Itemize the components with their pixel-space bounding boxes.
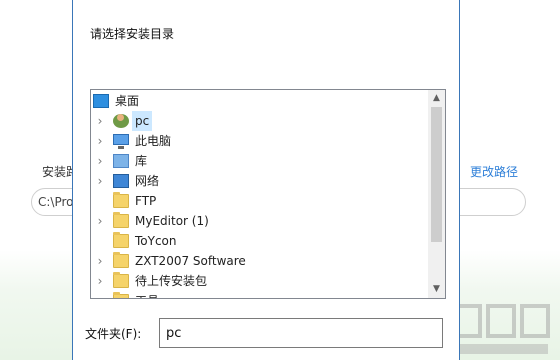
folder-icon bbox=[113, 272, 129, 288]
tree-item[interactable]: 桌面 bbox=[91, 91, 427, 111]
tree-item[interactable]: › pc bbox=[91, 111, 427, 131]
change-path-link[interactable]: 更改路径 bbox=[470, 163, 518, 180]
folder-icon bbox=[113, 232, 129, 248]
tree-item-label: 桌面 bbox=[115, 94, 140, 108]
desktop-icon bbox=[93, 94, 109, 108]
library-icon bbox=[113, 154, 129, 168]
tree-item[interactable]: › 工具 bbox=[91, 291, 427, 298]
chevron-right-icon[interactable]: › bbox=[95, 171, 105, 191]
tree-item-label: 库 bbox=[135, 154, 148, 168]
folder-field-label: 文件夹(F): bbox=[85, 327, 142, 341]
folder-input[interactable] bbox=[159, 318, 443, 348]
select-install-directory-dialog: 请选择安装目录 桌面 › pc › 此电脑 › 库 › 网络 FTP › MyEditor (1) To… bbox=[72, 0, 460, 360]
scroll-up-arrow-icon[interactable]: ▲ bbox=[428, 90, 445, 107]
chevron-right-icon[interactable]: › bbox=[95, 111, 105, 131]
tree-item-label: ZXT2007 Software bbox=[135, 254, 246, 268]
scroll-thumb[interactable] bbox=[431, 107, 442, 242]
tree-item-label: FTP bbox=[135, 194, 157, 208]
chevron-right-icon[interactable]: › bbox=[95, 151, 105, 171]
dialog-title: 请选择安装目录 bbox=[90, 27, 175, 41]
tree-item[interactable]: › MyEditor (1) bbox=[91, 211, 427, 231]
folder-icon bbox=[113, 192, 129, 208]
chevron-right-icon[interactable]: › bbox=[95, 251, 105, 271]
install-path-value: C:\Pro bbox=[38, 195, 74, 209]
folder-tree[interactable]: 桌面 › pc › 此电脑 › 库 › 网络 FTP › MyEditor (1) ToYcon › ZXT… bbox=[90, 89, 446, 299]
tree-item[interactable]: › 此电脑 bbox=[91, 131, 427, 151]
chevron-right-icon[interactable]: › bbox=[95, 291, 105, 298]
tree-item[interactable]: › ZXT2007 Software bbox=[91, 251, 427, 271]
tree-item[interactable]: ToYcon bbox=[91, 231, 427, 251]
chevron-right-icon[interactable]: › bbox=[95, 131, 105, 151]
tree-scrollbar[interactable]: ▲ ▼ bbox=[428, 90, 445, 298]
chevron-right-icon[interactable]: › bbox=[95, 211, 105, 231]
tree-item-label: 此电脑 bbox=[135, 134, 172, 148]
folder-icon bbox=[113, 252, 129, 268]
tree-item-label: ToYcon bbox=[135, 234, 177, 248]
network-icon bbox=[113, 174, 129, 188]
computer-icon bbox=[113, 134, 129, 149]
scroll-down-arrow-icon[interactable]: ▼ bbox=[428, 281, 445, 298]
tree-item-label: 工具 bbox=[135, 291, 159, 298]
tree-item-label: 网络 bbox=[135, 174, 160, 188]
tree-item[interactable]: FTP bbox=[91, 191, 427, 211]
tree-item[interactable]: › 待上传安装包 bbox=[91, 271, 427, 291]
chevron-right-icon[interactable]: › bbox=[95, 271, 105, 291]
folder-icon bbox=[113, 212, 129, 228]
tree-item[interactable]: › 库 bbox=[91, 151, 427, 171]
tree-item-label: MyEditor (1) bbox=[135, 214, 209, 228]
folder-icon bbox=[113, 292, 129, 298]
tree-item[interactable]: › 网络 bbox=[91, 171, 427, 191]
tree-item-label: 待上传安装包 bbox=[135, 274, 208, 288]
user-folder-icon bbox=[113, 114, 129, 128]
tree-item-label: pc bbox=[132, 111, 153, 131]
